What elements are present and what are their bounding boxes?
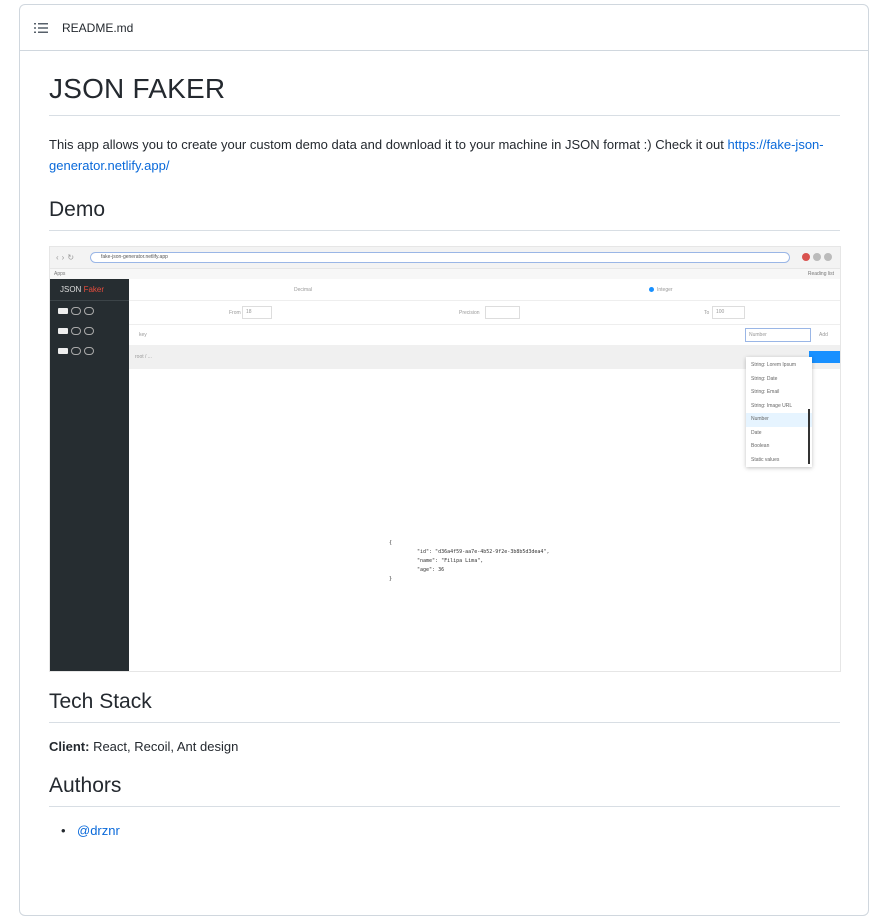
readme-content: JSON FAKER This app allows you to create… bbox=[20, 73, 868, 838]
from-input: 18 bbox=[242, 306, 272, 319]
precision-input bbox=[485, 306, 520, 319]
tech-stack-heading: Tech Stack bbox=[49, 690, 840, 723]
intro-text: This app allows you to create your custo… bbox=[49, 137, 724, 152]
number-type-row: Decimal Integer bbox=[129, 279, 840, 301]
sidebar-field-row bbox=[50, 301, 129, 321]
to-label: To bbox=[704, 310, 710, 316]
list-item: @drznr bbox=[61, 823, 840, 838]
browser-url-bar: fake-json-generator.netlify.app bbox=[90, 252, 790, 263]
to-input: 100 bbox=[712, 306, 745, 319]
dropdown-option: String: Date bbox=[751, 375, 778, 382]
generate-button bbox=[809, 351, 840, 363]
author-link[interactable]: @drznr bbox=[77, 823, 120, 838]
intro-paragraph: This app allows you to create your custo… bbox=[49, 134, 840, 176]
precision-label: Precision bbox=[459, 310, 480, 316]
dropdown-scrollbar bbox=[808, 409, 810, 464]
dropdown-option: String: Lorem Ipsum bbox=[751, 362, 797, 368]
add-button: Add bbox=[819, 332, 828, 338]
page-title: JSON FAKER bbox=[49, 73, 840, 116]
key-input: key bbox=[139, 332, 147, 338]
dropdown-option: Boolean bbox=[751, 443, 770, 449]
type-dropdown: String: Lorem Ipsum String: Date String:… bbox=[746, 357, 812, 467]
list-icon[interactable] bbox=[34, 22, 48, 34]
authors-list: @drznr bbox=[61, 823, 840, 838]
demo-heading: Demo bbox=[49, 198, 840, 231]
app-logo: JSON Faker bbox=[50, 279, 129, 301]
bookmarks-bar: Apps Reading list bbox=[50, 269, 840, 279]
bookmarks-reading-list: Reading list bbox=[807, 271, 834, 277]
dropdown-option: Date bbox=[751, 429, 762, 436]
readme-container: README.md JSON FAKER This app allows you… bbox=[19, 4, 869, 916]
key-row: key Number Add bbox=[129, 325, 840, 345]
sidebar-field-row bbox=[50, 341, 129, 361]
decimal-radio: Decimal bbox=[294, 287, 313, 293]
dropdown-option: String: Image URL bbox=[751, 402, 793, 409]
tech-stack-client: Client: React, Recoil, Ant design bbox=[49, 739, 840, 754]
range-row: From 18 Precision To 100 bbox=[129, 301, 840, 325]
dropdown-option: String: Email bbox=[751, 389, 780, 395]
browser-toolbar: ‹›↻ fake-json-generator.netlify.app bbox=[50, 247, 840, 269]
demo-screenshot: ‹›↻ fake-json-generator.netlify.app Apps… bbox=[49, 246, 841, 672]
integer-radio: Integer bbox=[649, 287, 673, 293]
dropdown-option: Static values bbox=[751, 456, 780, 463]
path-row: root / ... bbox=[129, 345, 840, 369]
readme-header: README.md bbox=[20, 5, 868, 51]
from-label: From bbox=[229, 310, 241, 316]
browser-extension-icons bbox=[802, 253, 832, 261]
client-value: React, Recoil, Ant design bbox=[89, 739, 239, 754]
browser-nav-icons: ‹›↻ bbox=[56, 253, 78, 262]
path-text: root / ... bbox=[135, 354, 152, 360]
type-select: Number bbox=[745, 328, 811, 342]
app-sidebar: JSON Faker bbox=[50, 279, 129, 671]
sidebar-field-row bbox=[50, 321, 129, 341]
authors-heading: Authors bbox=[49, 774, 840, 807]
json-preview: { "id": "d36a4f59-aa7e-4b52-9f2e-3b8b5d3… bbox=[389, 540, 550, 582]
client-label: Client: bbox=[49, 739, 90, 754]
dropdown-option: Number bbox=[746, 413, 812, 427]
bookmarks-apps: Apps bbox=[54, 271, 66, 277]
readme-filename: README.md bbox=[62, 20, 134, 35]
app-main: Decimal Integer From 18 Precision To 100… bbox=[129, 279, 840, 671]
